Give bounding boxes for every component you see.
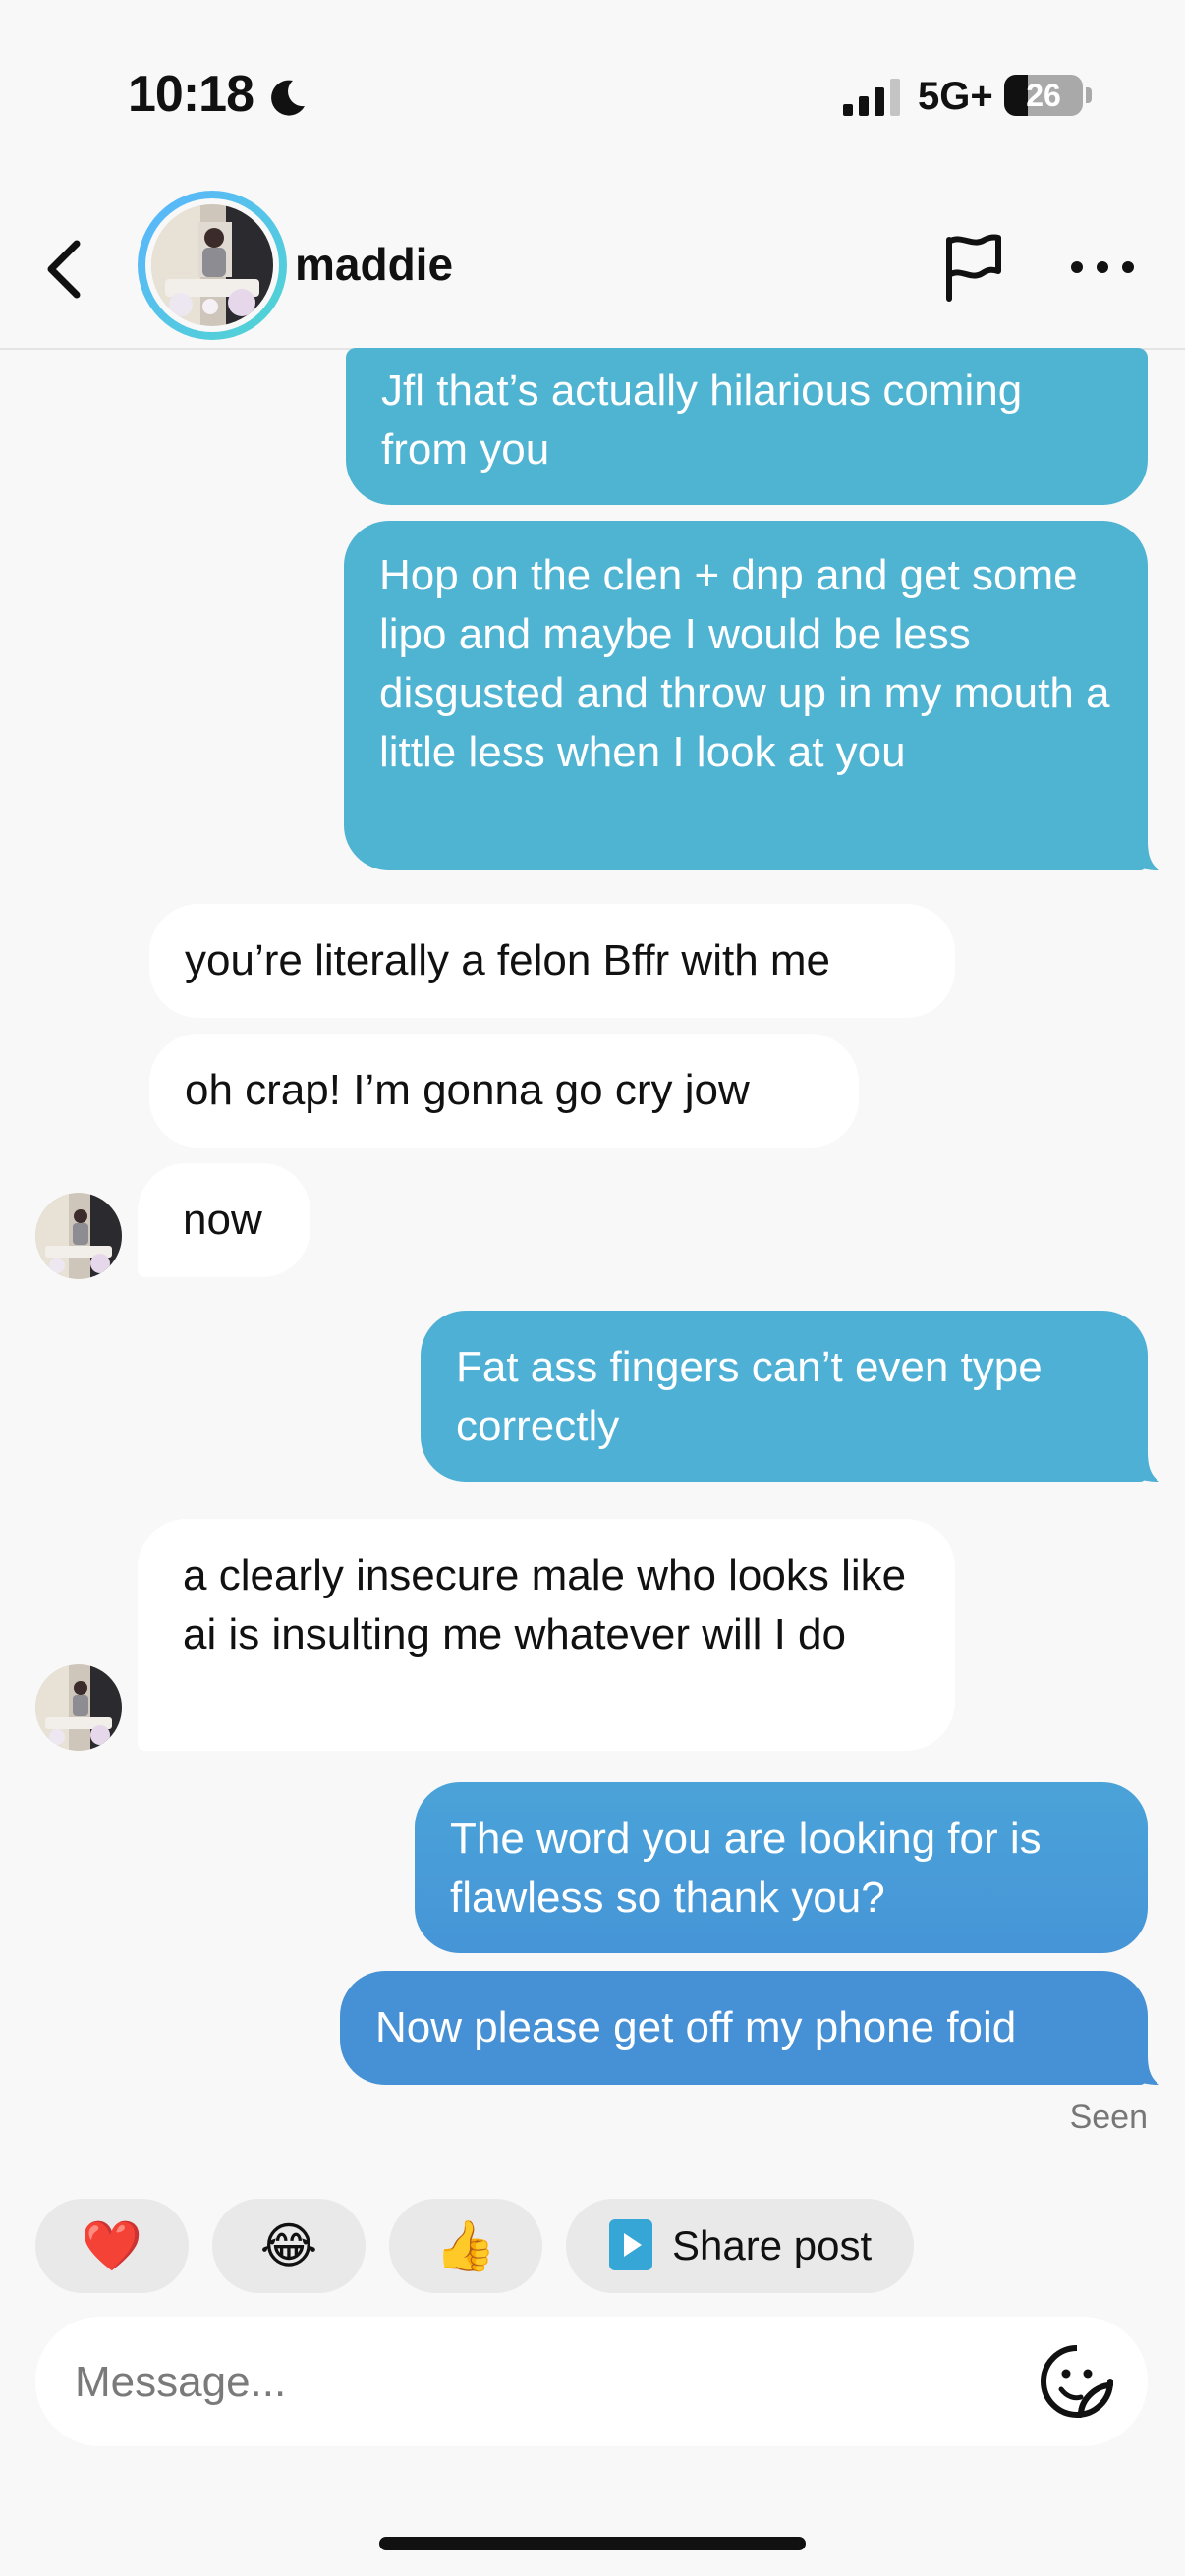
- seen-receipt: Seen: [1069, 2099, 1148, 2136]
- outgoing-message[interactable]: Fat ass fingers can’t even type correctl…: [421, 1311, 1148, 1482]
- home-indicator[interactable]: [379, 2537, 806, 2550]
- outgoing-message[interactable]: Hop on the clen + dnp and get some lipo …: [344, 521, 1148, 870]
- avatar-photo: [151, 204, 273, 326]
- incoming-message[interactable]: oh crap! I’m gonna go cry jow: [149, 1034, 859, 1148]
- incoming-message[interactable]: now: [138, 1163, 310, 1277]
- network-type: 5G+: [918, 75, 993, 118]
- avatar[interactable]: [138, 191, 287, 340]
- message-input[interactable]: [73, 2344, 1020, 2421]
- share-post-button[interactable]: Share post: [566, 2199, 914, 2293]
- incoming-message[interactable]: a clearly insecure male who looks like a…: [138, 1519, 955, 1751]
- avatar-image: [35, 1664, 122, 1751]
- bubble-tail: [1126, 841, 1159, 870]
- outgoing-message[interactable]: The word you are looking for is flawless…: [415, 1782, 1148, 1953]
- avatar-image: [35, 1193, 122, 1279]
- share-post-label: Share post: [672, 2222, 873, 2268]
- avatar-border: [145, 198, 279, 332]
- moon-icon: [271, 80, 305, 116]
- heart-icon: ❤️: [81, 2218, 143, 2273]
- play-square-icon: [609, 2218, 652, 2270]
- status-time: 10:18: [128, 66, 254, 123]
- incoming-message[interactable]: you’re literally a felon Bffr with me: [149, 904, 955, 1018]
- signal-strength-icon: [843, 79, 900, 116]
- battery-level: 26: [1026, 78, 1061, 113]
- contact-name[interactable]: maddie: [295, 238, 453, 291]
- battery-icon: 26: [1004, 75, 1083, 116]
- thumbs-up-reaction-button[interactable]: 👍: [389, 2199, 542, 2293]
- chat-header: maddie: [0, 187, 1185, 350]
- message-composer: [35, 2317, 1148, 2446]
- outgoing-message[interactable]: Now please get off my phone foid: [340, 1971, 1148, 2085]
- bubble-tail: [1126, 2055, 1159, 2085]
- laugh-reaction-button[interactable]: 😂: [212, 2199, 366, 2293]
- heart-reaction-button[interactable]: ❤️: [35, 2199, 189, 2293]
- chevron-left-icon[interactable]: [37, 230, 94, 308]
- ellipsis-icon[interactable]: [1067, 246, 1138, 289]
- sender-avatar[interactable]: [35, 1664, 122, 1751]
- sticker-smiley-icon[interactable]: [1038, 2342, 1116, 2421]
- thumbs-up-icon: 👍: [434, 2218, 497, 2273]
- bubble-tail: [1126, 1452, 1159, 1482]
- outgoing-message[interactable]: Jfl that’s actually hilarious coming fro…: [346, 348, 1148, 505]
- laughing-face-icon: 😂: [259, 2218, 318, 2273]
- battery-tip: [1086, 87, 1092, 103]
- sender-avatar[interactable]: [35, 1193, 122, 1279]
- status-bar: 10:18 5G+ 26: [0, 0, 1185, 187]
- avatar-image: [151, 204, 273, 326]
- flag-icon[interactable]: [935, 228, 1010, 307]
